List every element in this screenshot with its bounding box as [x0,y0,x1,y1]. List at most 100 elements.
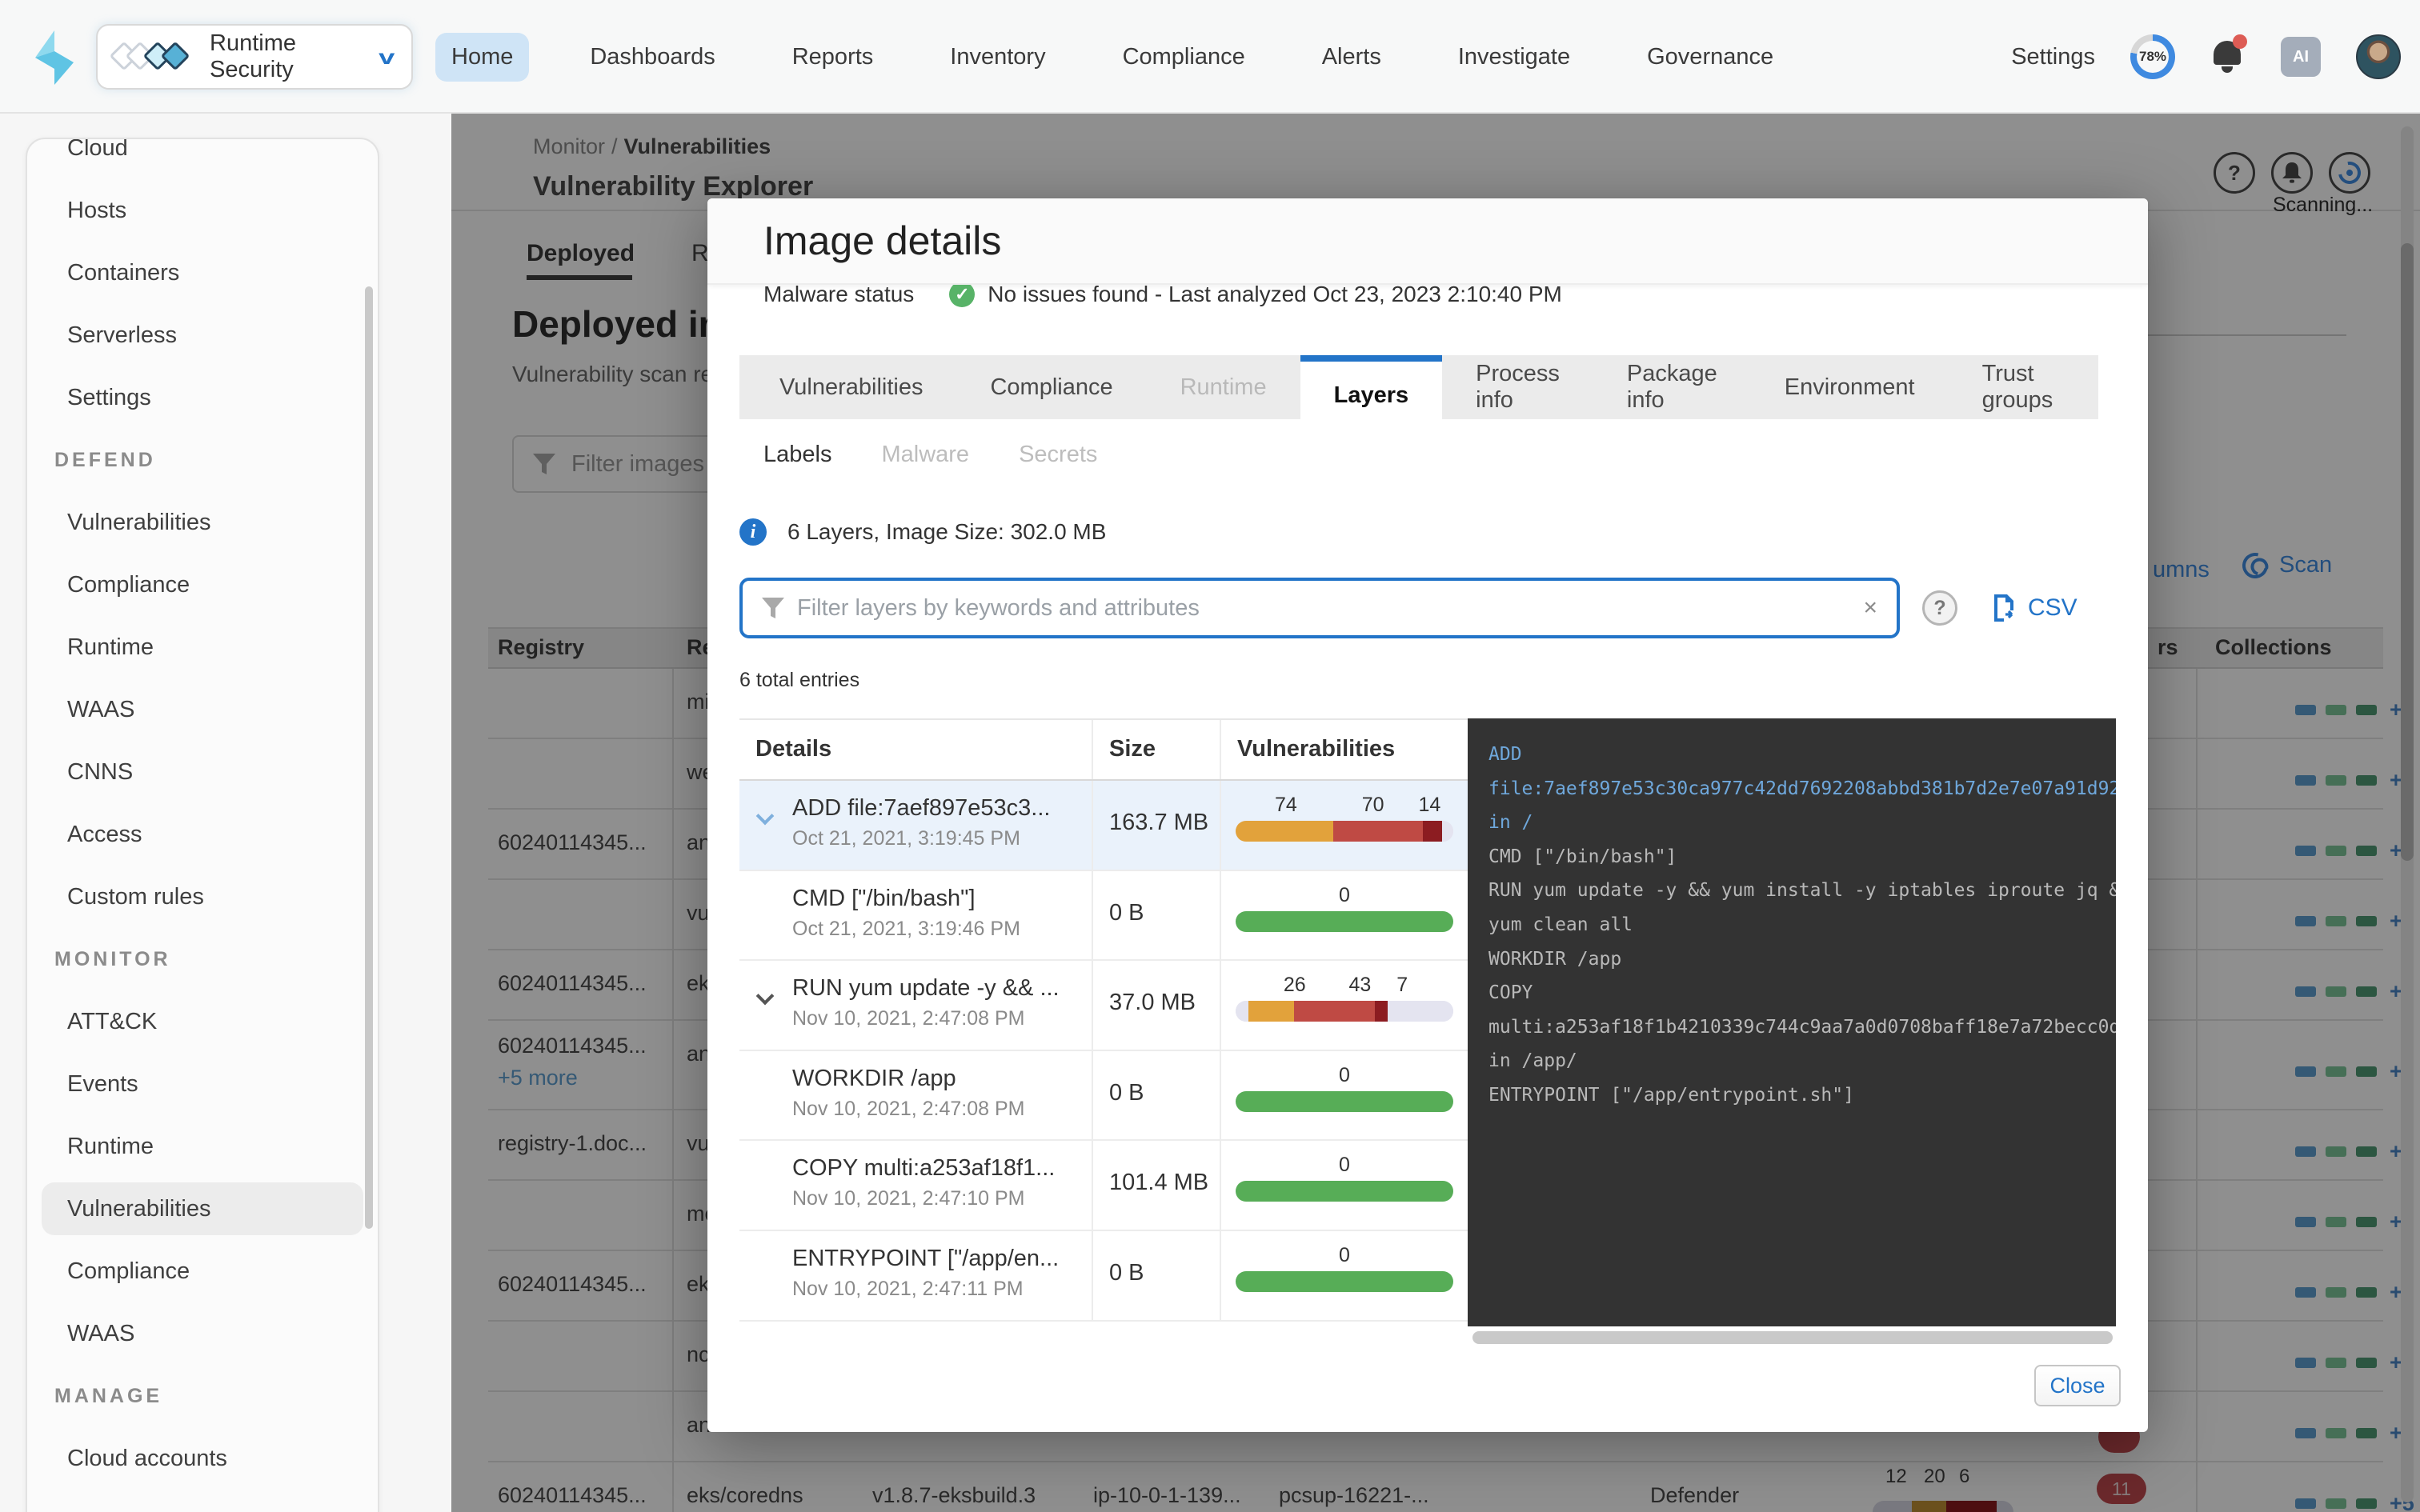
product-switcher[interactable]: Runtime Security v [96,24,413,90]
malware-status-value: No issues found - Last analyzed Oct 23, … [988,285,1562,307]
expand-chevron-icon[interactable] [756,807,775,826]
zero-count: 0 [1236,1154,1453,1181]
modal-title: Image details [763,218,1001,264]
code-line: ENTRYPOINT ["/app/entrypoint.sh"] [1488,1078,2116,1113]
sidebar-item-defend-compliance[interactable]: Compliance [27,554,378,616]
code-panel-hscrollbar[interactable] [1472,1331,2113,1344]
sidebar-item-logs[interactable]: Logs [27,1490,378,1512]
code-line: COPY [1488,976,2116,1010]
brand-logo-icon[interactable] [34,30,75,85]
notification-dot [2233,34,2247,49]
sidebar-section-manage: MANAGE [27,1365,378,1427]
tab-trust-groups[interactable]: Trust groups [1949,355,2098,419]
nav-item-inventory[interactable]: Inventory [934,33,1061,82]
image-details-modal: Image details Malware status ✓ No issues… [707,198,2148,1432]
nav-item-alerts[interactable]: Alerts [1306,33,1397,82]
expand-chevron-icon[interactable] [756,987,775,1006]
layer-row[interactable]: COPY multi:a253af18f1... Nov 10, 2021, 2… [739,1141,1468,1231]
product-diamonds-icon [114,41,197,73]
info-icon: i [739,518,767,546]
tab-vulnerabilities[interactable]: Vulnerabilities [746,355,956,419]
sidebar-item-settings[interactable]: Settings [27,366,378,429]
subtab-labels[interactable]: Labels [763,442,831,468]
zero-count: 0 [1236,1064,1453,1091]
clear-filter-icon[interactable]: × [1863,594,1877,622]
notifications-bell-icon[interactable] [2210,38,2246,76]
csv-export-button[interactable]: CSV [1993,594,2077,622]
tab-layers[interactable]: Layers [1300,355,1443,429]
layer-row[interactable]: ADD file:7aef897e53c3... Oct 21, 2021, 3… [739,781,1468,871]
sidebar-scrollbar[interactable] [365,286,373,1229]
sidebar-item-cloud-accounts[interactable]: Cloud accounts [27,1427,378,1490]
settings-link[interactable]: Settings [2011,44,2095,70]
sidebar-item-access[interactable]: Access [27,803,378,866]
sidebar-item-defend-waas[interactable]: WAAS [27,678,378,741]
usage-gauge[interactable]: 78% [2130,34,2175,79]
zero-count: 0 [1236,1244,1453,1271]
layer-row[interactable]: CMD ["/bin/bash"] Oct 21, 2021, 3:19:46 … [739,871,1468,962]
sidebar-item-defend-runtime[interactable]: Runtime [27,616,378,678]
user-avatar[interactable] [2356,34,2401,79]
sidebar-item-custom-rules[interactable]: Custom rules [27,866,378,928]
sidebar-item-monitor-compliance[interactable]: Compliance [27,1240,378,1302]
dockerfile-code-panel: ADD file:7aef897e53c30ca977c42dd7692208a… [1468,718,2116,1326]
sidebar-item-monitor-waas[interactable]: WAAS [27,1302,378,1365]
tab-environment[interactable]: Environment [1751,355,1949,419]
modal-tabbar: Vulnerabilities Compliance Runtime Layer… [739,355,2098,419]
screen: Runtime Security v Home Dashboards Repor… [0,0,2420,1512]
modal-header: Image details [707,198,2148,285]
close-button[interactable]: Close [2034,1365,2121,1406]
sidebar-item-defend-vulnerabilities[interactable]: Vulnerabilities [27,491,378,554]
sidebar-item-monitor-runtime[interactable]: Runtime [27,1115,378,1178]
severity-counts: 747014 [1236,794,1453,821]
nav-item-home[interactable]: Home [435,33,529,82]
product-name: Runtime Security [210,30,381,83]
subtab-secrets: Secrets [1019,442,1097,468]
col-size[interactable]: Size [1109,736,1156,762]
sidebar-item-events[interactable]: Events [27,1053,378,1115]
ai-copilot-icon[interactable]: AI [2281,37,2321,77]
sidebar-item-cnns[interactable]: CNNS [27,741,378,803]
filter-help-icon[interactable]: ? [1922,590,1957,626]
code-line: RUN yum update -y && yum install -y ipta… [1488,874,2116,908]
sidebar-item-containers[interactable]: Containers [27,242,378,304]
ok-bar [1236,1181,1453,1202]
modal-body: Malware status ✓ No issues found - Last … [707,285,2148,1432]
tab-package-info[interactable]: Package info [1593,355,1751,419]
layer-row[interactable]: WORKDIR /app Nov 10, 2021, 2:47:08 PM 0 … [739,1051,1468,1142]
sidebar-item-serverless[interactable]: Serverless [27,304,378,366]
col-details[interactable]: Details [755,736,831,762]
layers-filter: × [739,578,1900,638]
nav-item-reports[interactable]: Reports [776,33,890,82]
severity-bar [1236,1001,1453,1022]
nav-item-compliance[interactable]: Compliance [1107,33,1261,82]
nav-item-dashboards[interactable]: Dashboards [574,33,731,82]
nav-item-investigate[interactable]: Investigate [1442,33,1586,82]
layers-summary: 6 Layers, Image Size: 302.0 MB [787,519,1106,545]
code-line: multi:a253af18f1b4210339c744c9aa7a0d0708… [1488,1010,2116,1045]
sidebar-menu: Cloud Hosts Containers Serverless Settin… [26,138,379,1512]
col-vulnerabilities[interactable]: Vulnerabilities [1237,736,1395,762]
code-line: in /app/ [1488,1044,2116,1078]
code-line: WORKDIR /app [1488,942,2116,977]
sidebar-item-cloud[interactable]: Cloud [27,138,378,179]
code-line: CMD ["/bin/bash"] [1488,840,2116,874]
total-entries: 6 total entries [739,669,859,692]
malware-status-label: Malware status [763,285,914,307]
nav-item-governance[interactable]: Governance [1631,33,1789,82]
sidebar-item-monitor-vulnerabilities[interactable]: Vulnerabilities [27,1178,378,1240]
primary-nav: Home Dashboards Reports Inventory Compli… [435,0,1789,114]
sidebar-item-attck[interactable]: ATT&CK [27,990,378,1053]
severity-counts: 26437 [1236,974,1453,1001]
check-circle-icon: ✓ [949,285,975,307]
sidebar-item-hosts[interactable]: Hosts [27,179,378,242]
ok-bar [1236,1091,1453,1112]
layer-row[interactable]: ENTRYPOINT ["/app/en... Nov 10, 2021, 2:… [739,1231,1468,1322]
layers-filter-input[interactable] [797,595,1850,622]
layers-table: Details Size Vulnerabilities ADD file:7a… [739,718,1468,1322]
layers-table-header: Details Size Vulnerabilities [739,720,1468,781]
tab-process-info[interactable]: Process info [1442,355,1593,419]
tab-compliance[interactable]: Compliance [956,355,1146,419]
layer-row[interactable]: RUN yum update -y && ... Nov 10, 2021, 2… [739,961,1468,1051]
code-line: yum clean all [1488,908,2116,942]
